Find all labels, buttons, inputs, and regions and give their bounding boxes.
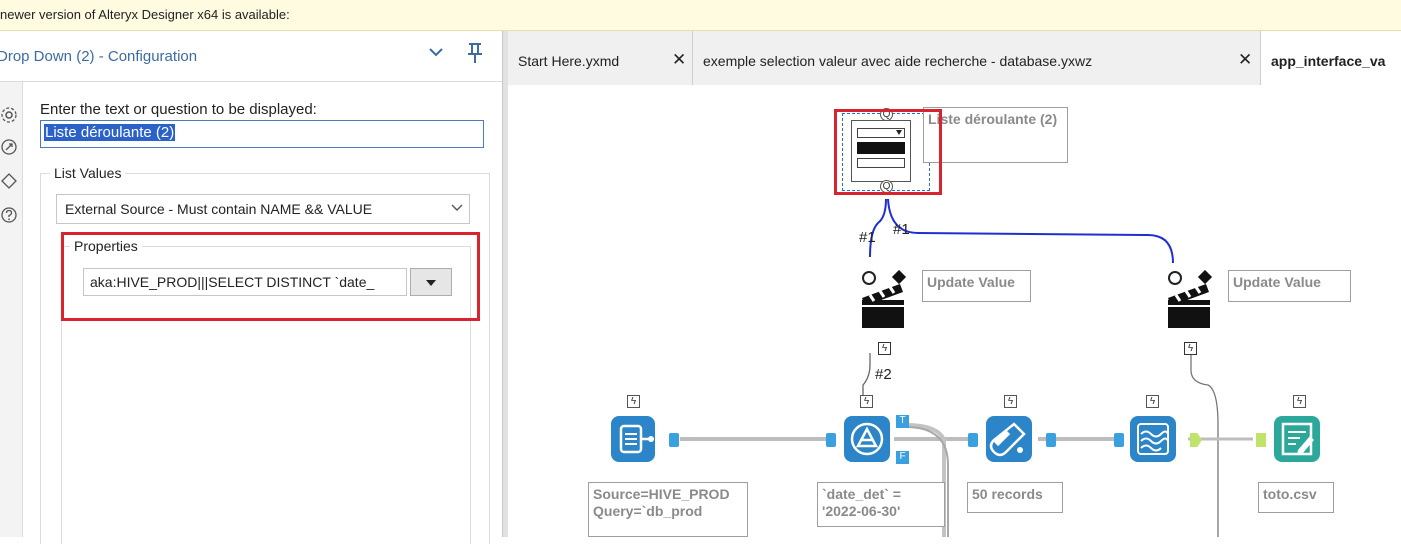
output-anchor (669, 433, 679, 447)
tab-label: Start Here.yxmd (518, 53, 620, 69)
annotation-icon[interactable] (0, 138, 18, 156)
input-anchor (1256, 433, 1266, 447)
tag-icon[interactable] (0, 172, 18, 190)
dropdown-tool-icon (851, 120, 911, 182)
connection-label-1: #1 (859, 229, 876, 246)
action-tool-2-annotation: Update Value (1228, 270, 1351, 302)
update-banner-text: newer version of Alteryx Designer x64 is… (0, 7, 290, 22)
chevron-down-icon (451, 200, 463, 215)
configuration-header: Drop Down (2) - Configuration (0, 31, 502, 82)
prompt-text-value: Liste déroulante (2) (44, 124, 176, 141)
filter-tool-annotation: `date_det` = '2022-06-30' (817, 482, 945, 527)
lightning-icon: ϟ (1184, 342, 1197, 355)
filter-icon (844, 416, 890, 462)
lightning-icon: ϟ (627, 395, 640, 408)
lightning-icon: ϟ (1146, 395, 1159, 408)
tab-label: app_interface_va (1271, 53, 1386, 69)
gear-icon[interactable] (0, 106, 18, 124)
configuration-side-toolbar (0, 82, 23, 537)
tab-exemple-selection[interactable]: exemple selection valeur avec aide reche… (693, 31, 1261, 85)
list-source-value: External Source - Must contain NAME && V… (65, 201, 373, 217)
output-anchor (1046, 433, 1056, 447)
cache-tool[interactable] (1128, 414, 1178, 464)
question-anchor-icon: Q (880, 108, 893, 121)
lightning-icon: ϟ (860, 395, 873, 408)
action-tool-1[interactable] (860, 269, 916, 334)
action-tool-1-annotation: Update Value (922, 270, 1031, 302)
test-tube-icon (986, 416, 1032, 462)
output-data-tool[interactable] (1272, 414, 1322, 464)
input-anchor (826, 433, 836, 447)
input-anchor (968, 433, 978, 447)
tab-start-here[interactable]: Start Here.yxmd ✕ (508, 31, 693, 85)
close-icon[interactable]: ✕ (672, 50, 686, 70)
connection-label-1b: #1 (893, 221, 910, 238)
prompt-text-input[interactable]: Liste déroulante (2) (40, 120, 484, 148)
clapperboard-icon (862, 269, 907, 328)
action-tool-2[interactable] (1166, 269, 1222, 334)
configuration-panel: Drop Down (2) - Configuration Enter the … (0, 31, 502, 544)
workflow-canvas[interactable]: Q Q Liste déroulante (2) #1 #1 #2 Update… (508, 85, 1401, 537)
caret-down-icon (426, 280, 436, 286)
tab-bar: Start Here.yxmd ✕ exemple selection vale… (508, 31, 1401, 86)
properties-legend: Properties (70, 238, 142, 254)
sample-tool[interactable] (984, 414, 1034, 464)
pin-icon[interactable] (464, 41, 486, 65)
lightning-icon: ϟ (1293, 395, 1306, 408)
query-value: aka:HIVE_PROD|||SELECT DISTINCT `date_ (90, 274, 375, 290)
query-dropdown-button[interactable] (410, 268, 452, 296)
false-anchor: F (896, 451, 909, 464)
help-icon[interactable] (0, 206, 18, 224)
document-edit-icon (1274, 416, 1320, 462)
lightning-icon: ϟ (1004, 395, 1017, 408)
list-values-legend: List Values (50, 165, 126, 181)
update-banner[interactable]: newer version of Alteryx Designer x64 is… (0, 0, 1401, 31)
waves-icon (1130, 416, 1176, 462)
tab-label: exemple selection valeur avec aide reche… (703, 53, 1093, 69)
query-input[interactable]: aka:HIVE_PROD|||SELECT DISTINCT `date_ (83, 268, 407, 296)
dropdown-tool-annotation: Liste déroulante (2) (923, 107, 1068, 163)
input-anchor (1114, 433, 1124, 447)
configuration-title: Drop Down (2) - Configuration (0, 48, 198, 65)
true-anchor: T (896, 415, 909, 428)
lightning-icon: ϟ (878, 342, 891, 355)
chevron-down-icon[interactable] (428, 45, 444, 63)
list-source-select[interactable]: External Source - Must contain NAME && V… (56, 194, 470, 224)
dropdown-tool[interactable]: Q Q (842, 108, 930, 193)
tab-app-interface[interactable]: app_interface_va (1261, 31, 1401, 86)
input-tool-annotation: Source=HIVE_PROD Query=`db_prod (588, 482, 748, 537)
sample-tool-annotation: 50 records (967, 482, 1063, 513)
prompt-label: Enter the text or question to be display… (40, 101, 317, 118)
database-icon (611, 416, 655, 462)
close-icon[interactable]: ✕ (1238, 50, 1252, 70)
filter-tool[interactable] (842, 414, 892, 464)
clapperboard-icon (1168, 269, 1213, 328)
question-anchor-icon: Q (880, 180, 893, 193)
connection-label-2: #2 (875, 366, 892, 383)
output-tool-annotation: toto.csv (1258, 482, 1334, 513)
input-data-tool[interactable] (609, 414, 659, 464)
